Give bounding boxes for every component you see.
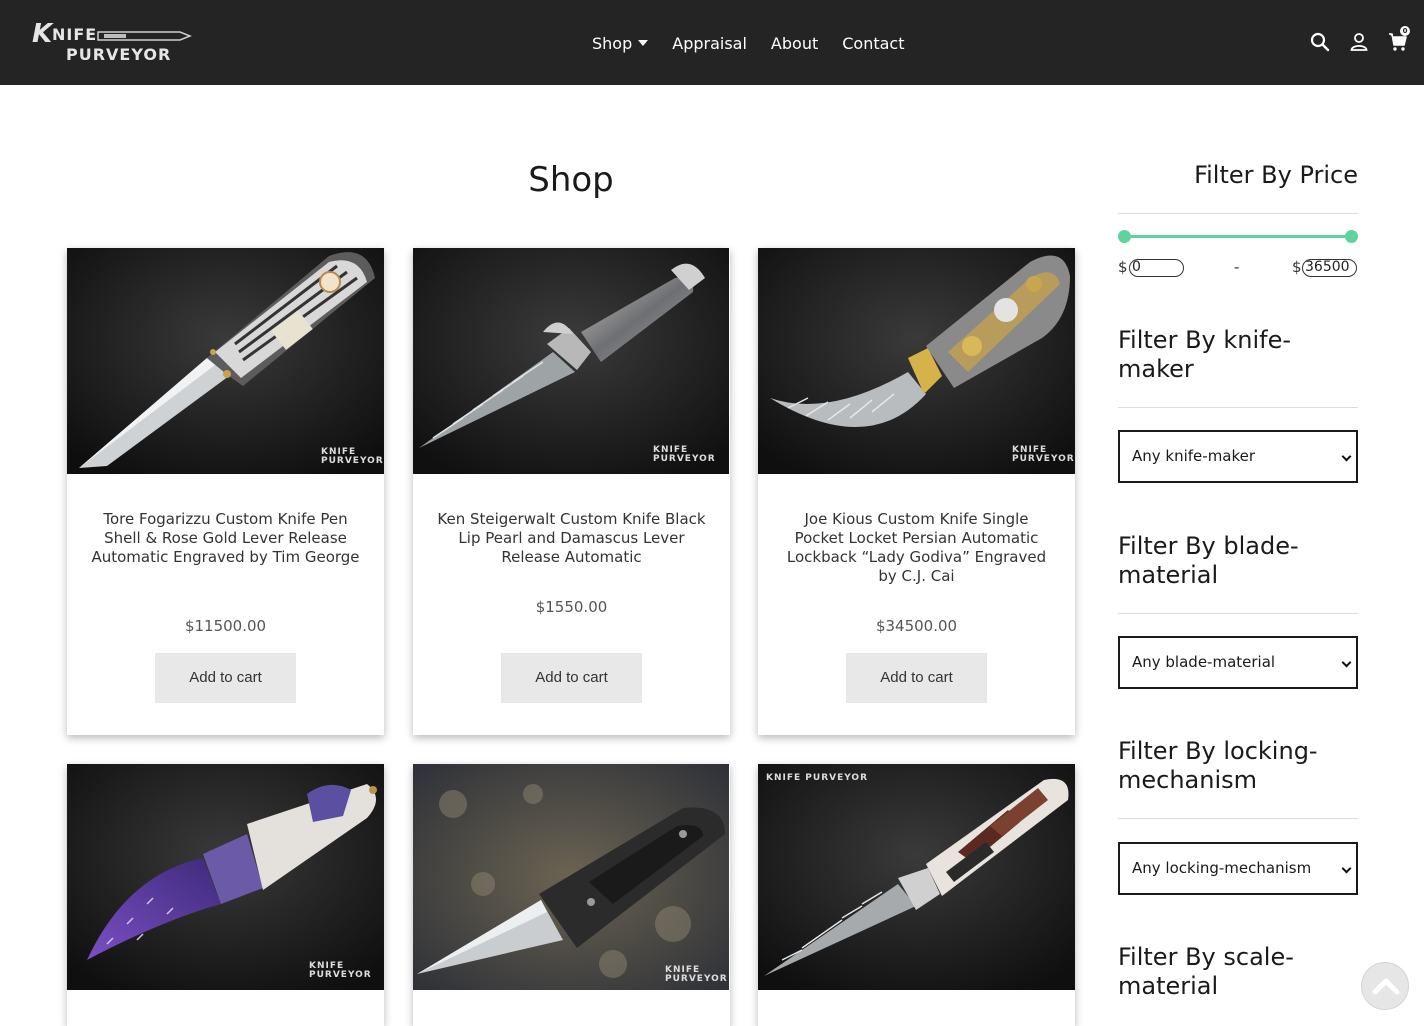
product-card: KNIFE PURVEYOR Joe Kious Custom Knife Si… xyxy=(758,248,1075,735)
watermark: KNIFE PURVEYOR xyxy=(653,445,716,464)
watermark: KNIFE PURVEYOR xyxy=(321,447,384,466)
product-name[interactable]: Ken Steigerwalt Custom Knife Black Lip P… xyxy=(433,510,710,567)
product-name[interactable]: Joe Kious Custom Knife Single Pocket Loc… xyxy=(778,510,1055,586)
svg-text:K: K xyxy=(32,19,54,49)
product-card: KNIFE PURVEYOR xyxy=(413,764,730,1026)
header-icons: 0 xyxy=(1310,26,1424,52)
product-card: KNIFE PURVEYOR xyxy=(67,764,384,1026)
svg-text:PURVEYOR: PURVEYOR xyxy=(66,45,171,64)
product-image[interactable]: KNIFE PURVEYOR xyxy=(67,764,384,990)
watermark: KNIFE PURVEYOR xyxy=(766,773,869,783)
blade-material-select[interactable]: Any blade-material xyxy=(1118,636,1358,689)
slider-min-handle[interactable] xyxy=(1118,230,1131,243)
divider xyxy=(1118,613,1358,614)
watermark: KNIFE PURVEYOR xyxy=(665,965,728,984)
watermark: KNIFE PURVEYOR xyxy=(1012,445,1075,464)
locking-mechanism-select[interactable]: Any locking-mechanism xyxy=(1118,842,1358,895)
cart-icon[interactable]: 0 xyxy=(1388,26,1410,52)
currency-symbol: $ xyxy=(1118,258,1128,276)
chevron-down-icon xyxy=(638,40,649,46)
product-card: KNIFE PURVEYOR Ken Steigerwalt Custom Kn… xyxy=(413,248,730,735)
product-name[interactable]: Tore Fogarizzu Custom Knife Pen Shell & … xyxy=(87,510,364,567)
divider xyxy=(1118,213,1358,214)
select-value: Any knife-maker xyxy=(1132,447,1256,465)
add-to-cart-button[interactable]: Add to cart xyxy=(846,653,987,703)
site-header: K NIFE PURVEYOR Shop Appraisal About Con… xyxy=(0,0,1424,85)
nav-appraisal[interactable]: Appraisal xyxy=(672,31,747,55)
chevron-up-icon xyxy=(1372,978,1400,995)
filter-locking-mechanism-title: Filter By locking-mechanism xyxy=(1118,737,1318,794)
product-price: $1550.00 xyxy=(535,598,608,616)
product-image[interactable]: KNIFE PURVEYOR xyxy=(413,248,730,474)
filter-blade-material-title: Filter By blade-material xyxy=(1118,532,1299,589)
site-logo[interactable]: K NIFE PURVEYOR xyxy=(30,14,192,66)
product-image[interactable]: KNIFE PURVEYOR xyxy=(413,764,730,990)
product-image[interactable]: KNIFE PURVEYOR xyxy=(67,248,384,474)
product-card: KNIFE PURVEYOR Tore Fogarizzu Custom Kni… xyxy=(67,248,384,735)
slider-max-handle[interactable] xyxy=(1345,230,1358,243)
filter-scale-material-title: Filter By scale-material xyxy=(1118,943,1294,1000)
product-price: $11500.00 xyxy=(184,617,267,635)
select-value: Any blade-material xyxy=(1132,653,1276,671)
nav-contact[interactable]: Contact xyxy=(842,31,904,55)
scroll-to-top-button[interactable] xyxy=(1361,962,1409,1010)
divider xyxy=(1118,818,1358,819)
knife-maker-select[interactable]: Any knife-maker xyxy=(1118,430,1358,483)
page-title: Shop xyxy=(528,160,614,200)
chevron-down-icon xyxy=(1341,863,1352,874)
price-range-slider[interactable] xyxy=(1118,229,1358,245)
currency-symbol: $ xyxy=(1292,258,1302,276)
min-price-input[interactable]: 0 xyxy=(1129,259,1184,277)
search-icon[interactable] xyxy=(1310,32,1330,52)
product-price: $34500.00 xyxy=(875,617,958,635)
add-to-cart-button[interactable]: Add to cart xyxy=(501,653,642,703)
product-image[interactable]: KNIFE PURVEYOR xyxy=(758,248,1075,474)
svg-text:NIFE: NIFE xyxy=(52,25,97,44)
range-separator: - xyxy=(1234,258,1240,276)
user-icon[interactable] xyxy=(1349,32,1369,52)
nav-shop[interactable]: Shop xyxy=(592,31,649,55)
filter-price-title: Filter By Price xyxy=(1194,161,1358,189)
nav-shop-label: Shop xyxy=(592,33,633,53)
max-price-input[interactable]: 36500 xyxy=(1302,259,1357,277)
nav-about[interactable]: About xyxy=(771,31,818,55)
divider xyxy=(1118,407,1358,408)
add-to-cart-button[interactable]: Add to cart xyxy=(155,653,296,703)
product-image[interactable]: KNIFE PURVEYOR xyxy=(758,764,1075,990)
cart-count-badge: 0 xyxy=(1400,26,1410,36)
select-value: Any locking-mechanism xyxy=(1132,859,1312,877)
main-nav: Shop Appraisal About Contact xyxy=(592,31,928,55)
chevron-down-icon xyxy=(1341,451,1352,462)
product-card: KNIFE PURVEYOR xyxy=(758,764,1075,1026)
slider-track xyxy=(1124,235,1352,238)
filter-knife-maker-title: Filter By knife-maker xyxy=(1118,326,1292,383)
chevron-down-icon xyxy=(1341,657,1352,668)
watermark: KNIFE PURVEYOR xyxy=(309,961,372,980)
